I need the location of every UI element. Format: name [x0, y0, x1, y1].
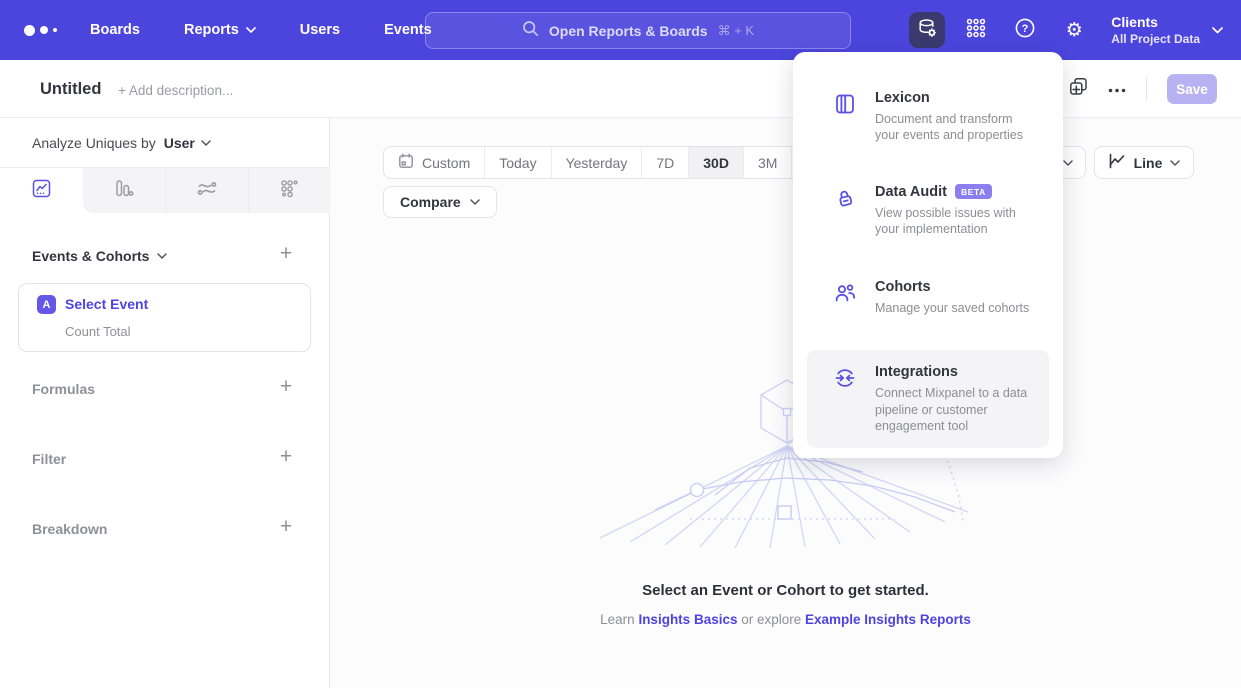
date-range-yesterday[interactable]: Yesterday	[551, 147, 642, 178]
data-audit-icon	[833, 184, 857, 238]
beta-badge: BETA	[955, 184, 992, 199]
insights-basics-link[interactable]: Insights Basics	[638, 612, 737, 627]
mixpanel-logo-icon[interactable]	[24, 25, 68, 36]
date-range-custom[interactable]: Custom	[384, 147, 484, 178]
gear-icon: ⚙	[1066, 21, 1083, 40]
add-event-button[interactable]: +	[276, 245, 296, 265]
chevron-down-icon	[470, 199, 480, 205]
date-range-3m[interactable]: 3M	[743, 147, 791, 178]
nav-item-users[interactable]: Users	[300, 22, 340, 38]
chevron-down-icon	[157, 253, 167, 259]
select-event-label: Select Event	[65, 296, 148, 312]
chevron-down-icon	[201, 140, 211, 146]
breakdown-section-header: Breakdown	[32, 521, 107, 537]
menu-item-data-audit[interactable]: Data Audit BETA View possible issues wit…	[807, 170, 1049, 252]
data-management-menu: Lexicon Document and transform your even…	[793, 52, 1063, 458]
query-builder-sidebar: Analyze Uniques by User	[0, 118, 330, 688]
nav-item-boards[interactable]: Boards	[90, 22, 140, 38]
search-placeholder: Open Reports & Boards	[549, 23, 708, 39]
chart-type-tabbar	[0, 167, 330, 212]
ellipsis-icon	[1108, 80, 1126, 98]
search-icon	[522, 20, 539, 42]
empty-state-subtext: Learn Insights Basics or explore Example…	[330, 612, 1241, 627]
tab-metrics[interactable]	[248, 168, 331, 213]
line-icon	[1108, 153, 1126, 172]
cohorts-icon	[833, 279, 857, 316]
example-reports-link[interactable]: Example Insights Reports	[805, 612, 971, 627]
chevron-down-icon	[1212, 27, 1223, 34]
date-range-today[interactable]: Today	[484, 147, 550, 178]
tab-bar-chart[interactable]	[83, 168, 166, 213]
analyze-by-dropdown[interactable]: User	[164, 135, 211, 151]
filter-section-header: Filter	[32, 451, 66, 467]
menu-item-cohorts[interactable]: Cohorts Manage your saved cohorts	[807, 265, 1049, 330]
help-icon: ?	[1014, 17, 1036, 44]
more-options-button[interactable]	[1108, 80, 1126, 98]
add-filter-button[interactable]: +	[276, 448, 296, 468]
report-canvas: Custom Today Yesterday 7D 30D 3M 6M Line…	[330, 118, 1241, 688]
line-chart-icon	[31, 178, 52, 204]
settings-button[interactable]: ⚙	[1056, 12, 1092, 48]
add-description-field[interactable]: + Add description...	[118, 83, 233, 98]
duplicate-icon	[1069, 77, 1088, 101]
nav-item-reports[interactable]: Reports	[184, 22, 256, 38]
tab-line-chart[interactable]	[0, 168, 83, 213]
lexicon-icon	[833, 90, 857, 144]
chevron-down-icon	[246, 27, 256, 33]
report-title[interactable]: Untitled	[40, 80, 101, 99]
compare-dropdown[interactable]: Compare	[383, 186, 497, 218]
events-cohorts-section-header[interactable]: Events & Cohorts	[32, 248, 167, 264]
empty-state-heading: Select an Event or Cohort to get started…	[330, 582, 1241, 599]
svg-text:?: ?	[1022, 23, 1029, 35]
tab-flow[interactable]	[165, 168, 248, 213]
integrations-icon	[833, 364, 857, 434]
select-event-card[interactable]: A Select Event Count Total	[18, 283, 311, 352]
help-button[interactable]: ?	[1007, 12, 1043, 48]
search-shortcut: ⌘ + K	[718, 23, 755, 39]
bar-chart-icon	[113, 178, 134, 204]
org-name: Clients	[1111, 14, 1200, 30]
duplicate-report-button[interactable]	[1069, 77, 1088, 101]
apps-grid-icon	[966, 18, 986, 43]
chevron-down-icon	[1063, 160, 1073, 166]
event-series-badge: A	[37, 295, 56, 314]
date-range-30d[interactable]: 30D	[688, 147, 743, 178]
date-range-bar: Custom Today Yesterday 7D 30D 3M 6M	[383, 146, 841, 179]
project-name: All Project Data	[1111, 32, 1200, 46]
data-management-button[interactable]	[909, 12, 945, 48]
flow-icon	[196, 178, 218, 204]
chevron-down-icon	[1170, 160, 1180, 166]
menu-item-integrations[interactable]: Integrations Connect Mixpanel to a data …	[807, 350, 1049, 448]
calendar-icon	[398, 153, 414, 172]
count-total-label[interactable]: Count Total	[65, 324, 131, 339]
formulas-section-header: Formulas	[32, 381, 95, 397]
chart-type-dropdown[interactable]: Line	[1094, 146, 1194, 179]
menu-item-lexicon[interactable]: Lexicon Document and transform your even…	[807, 76, 1049, 158]
top-navigation: Boards Reports Users Events Open Reports…	[0, 0, 1241, 60]
add-breakdown-button[interactable]: +	[276, 518, 296, 538]
apps-grid-button[interactable]	[958, 12, 994, 48]
project-switcher[interactable]: Clients All Project Data	[1111, 14, 1223, 46]
data-management-icon	[916, 17, 938, 44]
date-range-7d[interactable]: 7D	[641, 147, 688, 178]
divider	[1146, 77, 1147, 101]
add-formula-button[interactable]: +	[276, 378, 296, 398]
metrics-grid-icon	[279, 178, 300, 204]
save-button[interactable]: Save	[1167, 74, 1217, 104]
analyze-label: Analyze Uniques by	[32, 135, 156, 151]
global-search-input[interactable]: Open Reports & Boards ⌘ + K	[425, 12, 851, 49]
